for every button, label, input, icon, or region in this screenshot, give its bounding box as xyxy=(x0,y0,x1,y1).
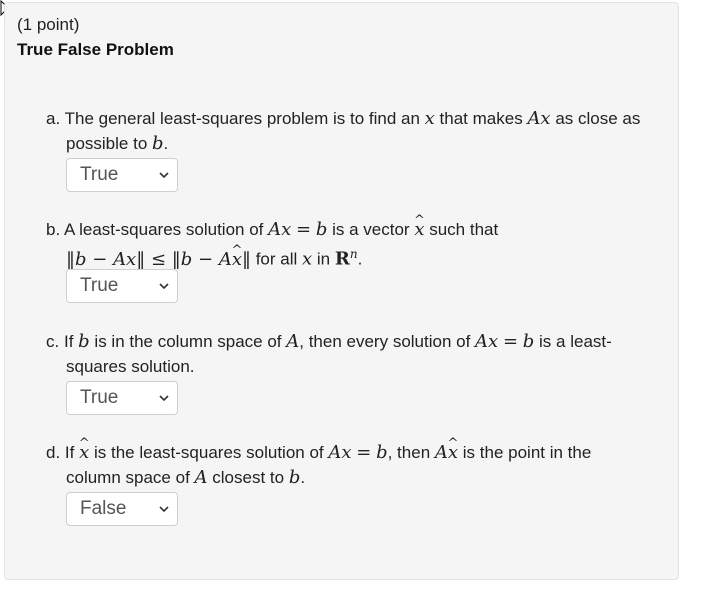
question-a: a. The general least-squares problem is … xyxy=(46,108,641,154)
chevron-down-icon xyxy=(159,283,169,290)
problem-title: True False Problem xyxy=(17,40,174,59)
answer-select-c[interactable]: True xyxy=(66,381,178,415)
chevron-down-icon xyxy=(159,172,169,179)
item-letter: d. xyxy=(46,443,61,462)
item-letter: b. xyxy=(46,220,61,239)
math-Ax-equals-b: Ax xyxy=(475,331,499,352)
math-Ax-equals-b: Ax xyxy=(268,219,292,240)
question-d: d. If x is the least-squares solution of… xyxy=(46,440,671,490)
math-Rn: R xyxy=(334,248,350,270)
question-b: b. A least-squares solution of Ax = b is… xyxy=(46,217,671,272)
math-x-hat: x xyxy=(414,217,424,242)
select-value: True xyxy=(80,164,119,185)
problem-panel: (1 point) True False Problem a. The gene… xyxy=(4,2,679,580)
question-c: c. If b is in the column space of A, the… xyxy=(46,331,612,376)
item-letter: c. xyxy=(46,332,60,351)
select-value: True xyxy=(80,387,119,408)
math-Ax: Ax xyxy=(527,108,551,129)
math-x: x xyxy=(424,108,435,129)
math-norm-inequality: ‖b − Ax‖ ≤ ‖b − Ax‖ xyxy=(66,249,251,270)
answer-select-a[interactable]: True xyxy=(66,158,178,192)
answer-select-d[interactable]: False xyxy=(66,492,178,526)
item-letter: a. xyxy=(46,109,61,128)
select-value: True xyxy=(80,275,119,296)
answer-select-b[interactable]: True xyxy=(66,269,178,303)
points-label: (1 point) xyxy=(17,15,80,34)
select-value: False xyxy=(80,498,127,519)
chevron-down-icon xyxy=(159,395,169,402)
math-b: b xyxy=(152,133,164,154)
chevron-down-icon xyxy=(159,506,169,513)
math-Ax-equals-b: Ax xyxy=(328,442,352,463)
